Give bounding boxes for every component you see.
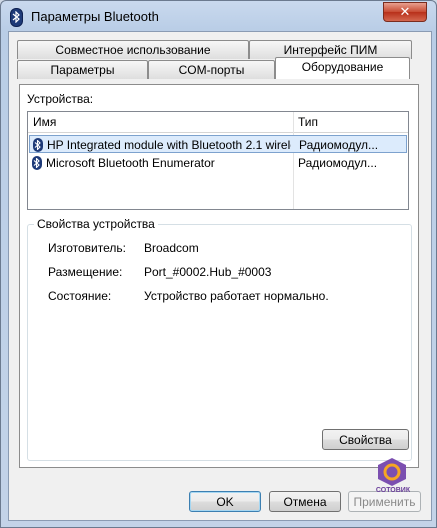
tab-sharing[interactable]: Совместное использование (17, 40, 249, 59)
column-header-type[interactable]: Тип (293, 112, 408, 132)
device-name: HP Integrated module with Bluetooth 2.1 … (47, 138, 291, 152)
devices-label: Устройства: (27, 92, 94, 106)
dialog-client: Совместное использование Интерфейс ПИМ П… (8, 31, 432, 521)
cancel-button[interactable]: Отмена (269, 491, 341, 512)
manufacturer-value: Broadcom (144, 241, 199, 255)
bluetooth-icon (10, 8, 23, 27)
close-button[interactable]: ✕ (383, 2, 427, 22)
device-properties-button[interactable]: Свойства (322, 429, 409, 450)
hardware-tab-page: Устройства: Имя Тип HP Integrated module… (19, 84, 419, 468)
tab-hardware[interactable]: Оборудование (275, 57, 410, 79)
location-value: Port_#0002.Hub_#0003 (144, 265, 272, 279)
list-header: Имя Тип (28, 112, 408, 133)
devices-list[interactable]: Имя Тип HP Integrated module with Blueto… (27, 111, 409, 210)
device-properties-group: Свойства устройства Изготовитель: Broadc… (27, 217, 412, 461)
status-value: Устройство работает нормально. (144, 289, 329, 303)
bluetooth-icon (33, 138, 43, 152)
dialog-window: Параметры Bluetooth ✕ Совместное использ… (0, 0, 437, 528)
location-label: Размещение: (48, 265, 123, 279)
device-name: Microsoft Bluetooth Enumerator (46, 156, 215, 170)
tab-com-ports[interactable]: COM-порты (148, 60, 275, 79)
tab-settings[interactable]: Параметры (17, 60, 148, 79)
title-bar[interactable]: Параметры Bluetooth ✕ (1, 1, 437, 31)
sotovik-watermark-logo: СОТОВИК (375, 457, 410, 494)
device-type: Радиомодул... (299, 138, 379, 152)
device-properties-title: Свойства устройства (34, 217, 158, 231)
status-label: Состояние: (48, 289, 112, 303)
list-item[interactable]: Microsoft Bluetooth Enumerator Радиомоду… (29, 154, 407, 172)
ok-button[interactable]: OK (189, 491, 261, 512)
device-type: Радиомодул... (298, 156, 378, 170)
manufacturer-label: Изготовитель: (48, 241, 126, 255)
watermark-text: СОТОВИК (375, 487, 411, 494)
window-title: Параметры Bluetooth (31, 9, 159, 24)
list-item[interactable]: HP Integrated module with Bluetooth 2.1 … (29, 135, 407, 153)
column-header-name[interactable]: Имя (28, 112, 293, 132)
apply-button[interactable]: Применить (348, 491, 421, 512)
bluetooth-icon (32, 156, 42, 170)
